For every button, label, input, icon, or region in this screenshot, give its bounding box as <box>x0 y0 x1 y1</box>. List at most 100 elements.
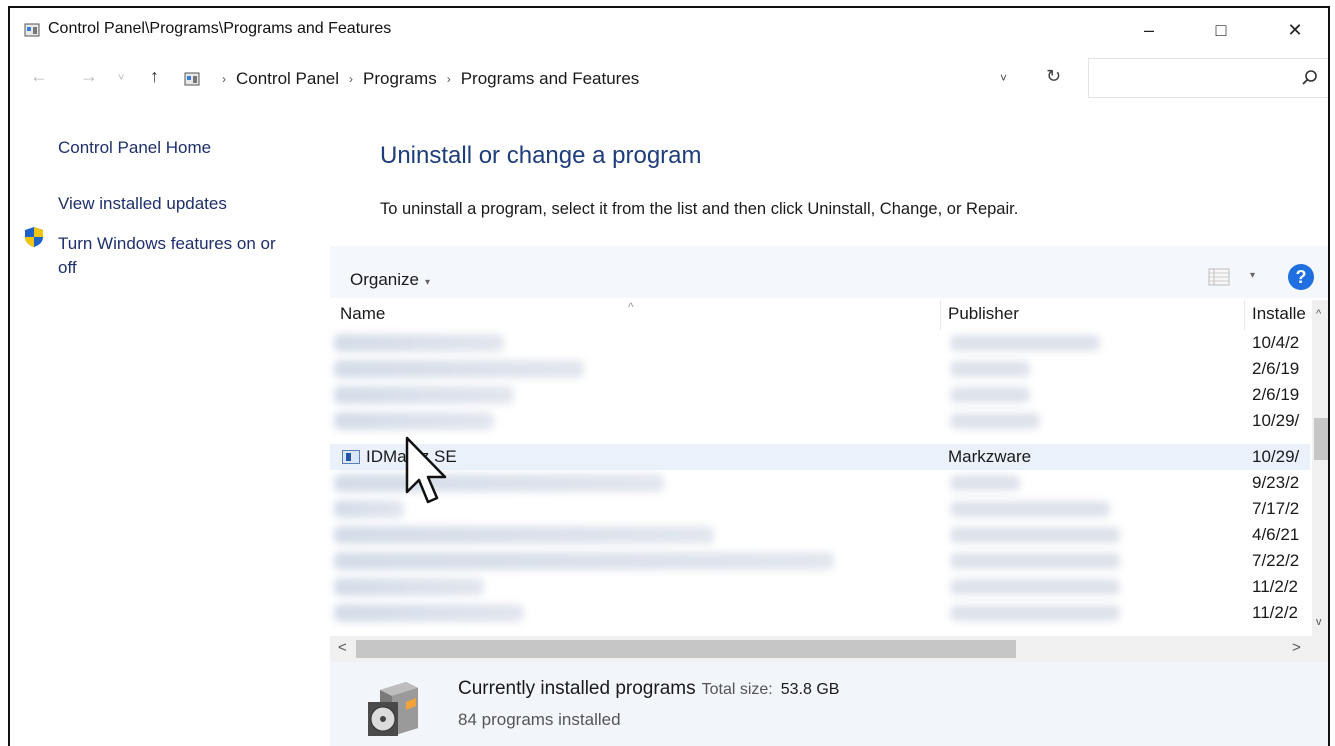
horizontal-scroll-thumb[interactable] <box>356 640 1016 658</box>
breadcrumb-programs-and-features[interactable]: Programs and Features <box>461 69 640 89</box>
program-icon <box>342 450 360 464</box>
window-title: Control Panel\Programs\Programs and Feat… <box>48 20 392 37</box>
blurred-publisher <box>950 361 1030 377</box>
breadcrumb-programs[interactable]: Programs <box>363 69 437 89</box>
installed-date: 11/2/2 <box>1252 603 1299 622</box>
windows-features-link-line1: Turn Windows features on or <box>58 234 276 253</box>
column-divider[interactable] <box>1244 300 1245 330</box>
program-publisher: Markzware <box>948 447 1032 466</box>
total-size-label: Total size: <box>701 681 773 698</box>
back-button[interactable]: ← <box>30 66 48 87</box>
vertical-scrollbar[interactable]: ^ v <box>1312 300 1328 636</box>
details-pane: Currently installed programs Total size: 5… <box>330 662 1328 746</box>
installed-date: 10/4/2 <box>1252 333 1300 352</box>
breadcrumb-separator: › <box>349 72 354 86</box>
breadcrumb-separator: › <box>222 72 226 86</box>
vertical-scroll-thumb[interactable] <box>1314 418 1328 460</box>
maximize-button[interactable]: □ <box>1198 14 1244 46</box>
forward-button[interactable]: → <box>80 66 98 87</box>
blurred-publisher <box>950 527 1120 543</box>
horizontal-scrollbar[interactable]: < > <box>330 636 1328 662</box>
blurred-publisher <box>950 501 1110 517</box>
table-row[interactable]: 11/2/2 <box>330 574 1310 600</box>
blurred-program-name <box>334 474 664 492</box>
blurred-publisher <box>950 605 1120 621</box>
blurred-publisher <box>950 579 1120 595</box>
blurred-publisher <box>950 335 1100 351</box>
chevron-down-icon[interactable]: ˅ <box>1000 71 1007 85</box>
control-panel-icon <box>184 72 200 86</box>
table-row[interactable]: 4/6/21 <box>330 522 1310 548</box>
table-row[interactable]: 10/4/2 <box>330 330 1310 356</box>
blurred-publisher <box>950 387 1030 403</box>
scroll-right-icon[interactable]: > <box>1292 639 1301 656</box>
search-input[interactable] <box>1088 58 1328 98</box>
blurred-program-name <box>334 526 714 544</box>
installed-date: 7/22/2 <box>1252 551 1300 570</box>
blurred-program-name <box>334 500 404 518</box>
scroll-left-icon[interactable]: < <box>338 639 347 656</box>
organize-button[interactable]: Organize ▾ <box>350 270 430 290</box>
installed-date: 11/2/2 <box>1252 577 1299 596</box>
view-options-icon[interactable] <box>1208 268 1230 286</box>
installed-programs-icon <box>368 682 418 736</box>
windows-features-link[interactable]: Turn Windows features on or off <box>58 232 276 280</box>
installed-date: 9/23/2 <box>1252 473 1300 492</box>
blurred-program-name <box>334 386 514 404</box>
navigation-bar: ← → ˅ ↑ › Control Panel › Programs › Pro… <box>10 58 1328 98</box>
breadcrumb-control-panel[interactable]: Control Panel <box>236 69 339 89</box>
installed-date: 10/29/ <box>1252 447 1300 466</box>
recent-locations-button[interactable]: ˅ <box>118 72 124 84</box>
windows-features-link-line2: off <box>58 258 77 277</box>
instructions-text: To uninstall a program, select it from t… <box>380 200 1019 218</box>
column-header-installed-on[interactable]: Installe <box>1252 304 1306 324</box>
table-row[interactable]: 2/6/19 <box>330 356 1310 382</box>
blurred-publisher <box>950 413 1040 429</box>
scroll-down-icon[interactable]: v <box>1316 616 1322 628</box>
blurred-publisher <box>950 553 1120 569</box>
scroll-up-icon[interactable]: ^ <box>1316 308 1321 320</box>
control-panel-home-link[interactable]: Control Panel Home <box>58 136 211 160</box>
table-row[interactable]: 9/23/2 <box>330 470 1310 496</box>
programs-list: 10/4/2 2/6/19 2/6/19 10/29/ IDMarkz SE M… <box>330 330 1310 636</box>
page-title: Uninstall or change a program <box>380 142 702 169</box>
help-icon[interactable]: ? <box>1288 264 1314 290</box>
shield-icon <box>25 227 43 247</box>
table-row[interactable]: 10/29/ <box>330 408 1310 434</box>
installed-date: 2/6/19 <box>1252 359 1300 378</box>
up-button[interactable]: ↑ <box>150 66 159 87</box>
blurred-program-name <box>334 578 484 596</box>
installed-date: 4/6/21 <box>1252 525 1300 544</box>
breadcrumb-separator: › <box>446 72 451 86</box>
search-icon <box>1302 70 1317 85</box>
view-installed-updates-link[interactable]: View installed updates <box>58 192 227 216</box>
organize-label: Organize <box>350 270 419 289</box>
list-toolbar: Organize ▾ ▾ ? <box>330 246 1328 298</box>
mouse-cursor-icon <box>405 436 447 504</box>
blurred-publisher <box>950 475 1020 491</box>
address-bar[interactable]: › Control Panel › Programs › Programs an… <box>180 62 1056 96</box>
column-header-name[interactable]: Name <box>340 304 385 324</box>
view-dropdown-icon[interactable]: ▾ <box>1250 270 1255 281</box>
table-row[interactable]: 2/6/19 <box>330 382 1310 408</box>
table-row[interactable]: 11/2/2 <box>330 600 1310 626</box>
table-row-selected[interactable]: IDMarkz SE Markzware 10/29/ <box>330 444 1310 470</box>
tasks-sidebar: Control Panel Home View installed update… <box>10 108 330 746</box>
close-button[interactable]: ✕ <box>1272 14 1318 46</box>
installed-programs-summary: Currently installed programs Total size: 5… <box>458 678 839 700</box>
refresh-button[interactable]: ↻ <box>1046 66 1061 87</box>
summary-title: Currently installed programs <box>458 678 696 699</box>
blurred-program-name <box>334 552 834 570</box>
table-row[interactable]: 7/17/2 <box>330 496 1310 522</box>
minimize-button[interactable]: – <box>1126 14 1172 46</box>
column-header-publisher[interactable]: Publisher <box>948 304 1019 324</box>
programs-and-features-window: Control Panel\Programs\Programs and Feat… <box>8 6 1330 746</box>
blurred-program-name <box>334 604 524 622</box>
table-row[interactable]: 7/22/2 <box>330 548 1310 574</box>
blurred-program-name <box>334 360 584 378</box>
column-divider[interactable] <box>940 300 941 330</box>
blurred-program-name <box>334 412 494 430</box>
list-header: Name ^ Publisher Installe <box>330 300 1328 330</box>
installed-date: 10/29/ <box>1252 411 1300 430</box>
title-bar: Control Panel\Programs\Programs and Feat… <box>10 8 1328 52</box>
